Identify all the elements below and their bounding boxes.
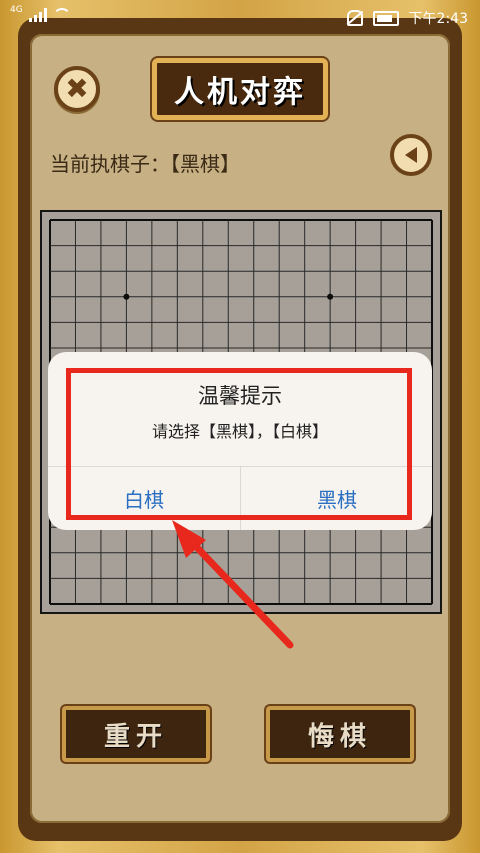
- speaker-icon: [405, 147, 417, 163]
- sound-button[interactable]: [390, 134, 432, 176]
- undo-button[interactable]: 悔棋: [266, 706, 414, 762]
- page-title: 人机对弈: [174, 75, 306, 110]
- current-turn-label: 当前执棋子：【黑棋】: [50, 152, 240, 176]
- undo-label: 悔棋: [307, 721, 372, 752]
- battery-icon: [372, 10, 399, 26]
- signal-icon: [28, 8, 47, 22]
- mute-bell-icon: [346, 10, 363, 26]
- title-plate: 人机对弈: [152, 58, 328, 120]
- close-icon: ✖: [65, 72, 89, 105]
- restart-label: 重开: [103, 721, 168, 752]
- highlight-box: [66, 368, 412, 520]
- status-bar: 4G 下午2:43: [0, 0, 480, 34]
- clock: 下午2:43: [408, 11, 468, 27]
- close-button[interactable]: ✖: [54, 66, 100, 112]
- network-type: 4G: [10, 5, 23, 15]
- restart-button[interactable]: 重开: [62, 706, 210, 762]
- wifi-icon: [52, 8, 71, 22]
